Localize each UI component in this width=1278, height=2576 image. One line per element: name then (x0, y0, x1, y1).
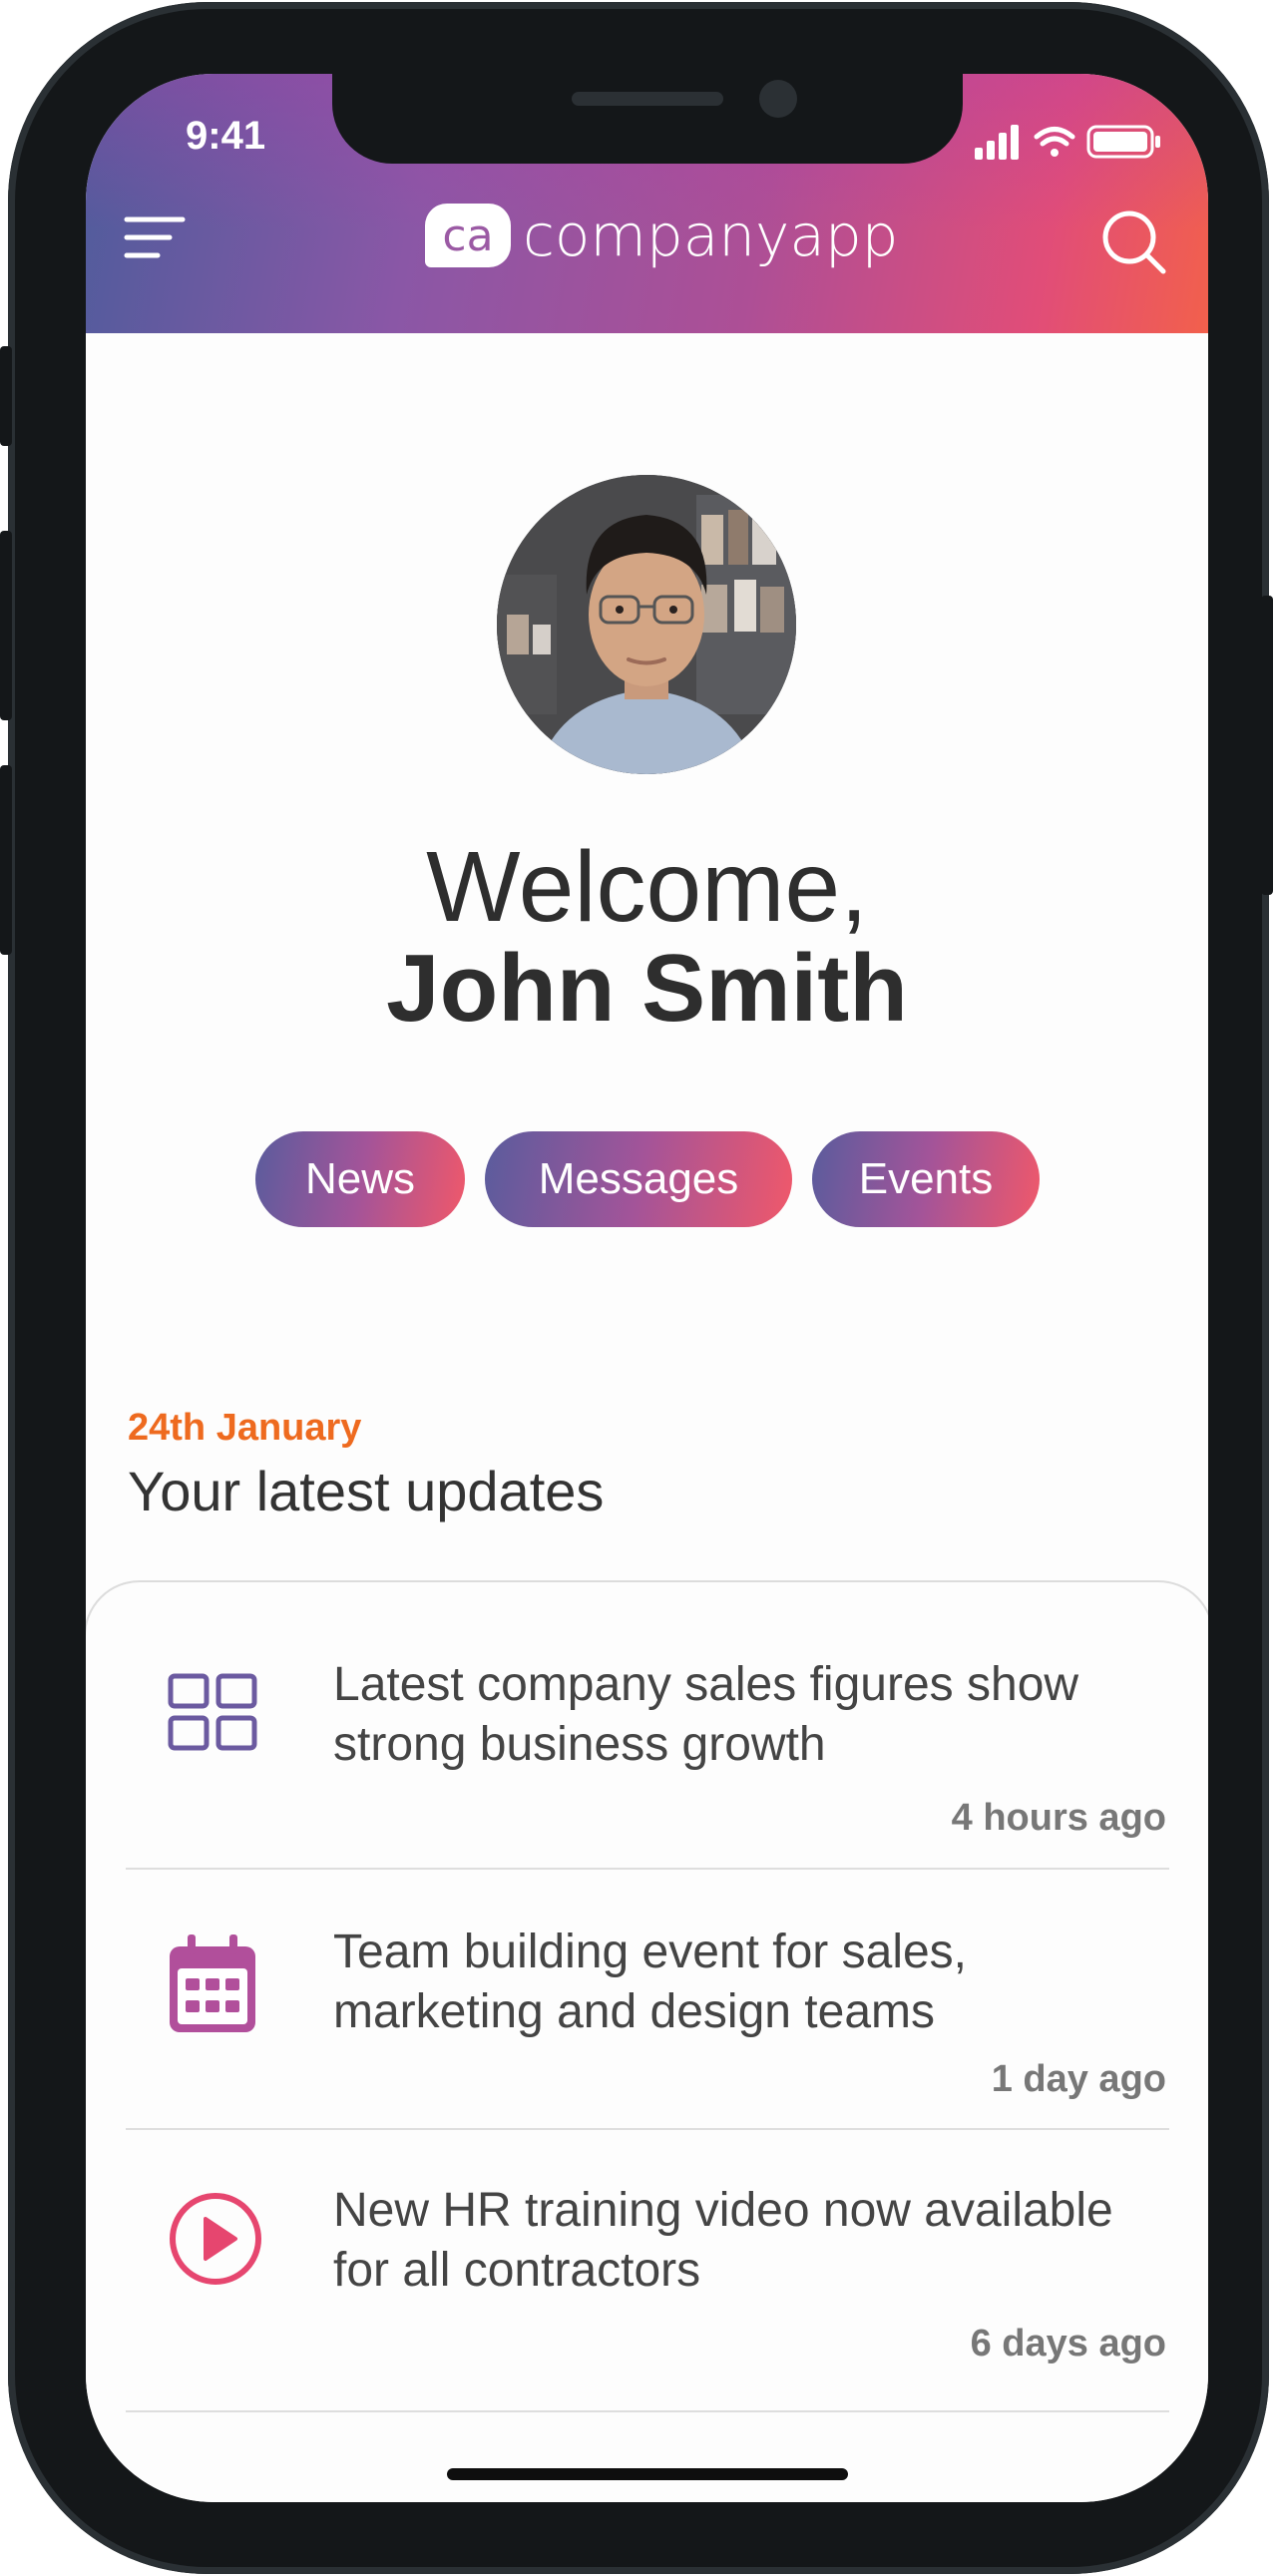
divider (126, 2128, 1169, 2130)
avatar (497, 475, 796, 774)
speaker-grille (572, 92, 723, 106)
updates-date: 24th January (128, 1407, 362, 1449)
home-indicator[interactable] (447, 2468, 848, 2480)
status-icons (975, 124, 1164, 165)
volume-up-button (0, 531, 12, 720)
front-camera (759, 80, 797, 118)
menu-icon[interactable] (124, 215, 186, 264)
grid-icon (168, 1673, 259, 1756)
device-notch (332, 74, 963, 164)
logo-badge: ca (425, 204, 511, 267)
update-time: 6 days ago (970, 2323, 1166, 2364)
wifi-icon (1034, 127, 1075, 157)
news-button[interactable]: News (255, 1131, 465, 1227)
events-button[interactable]: Events (812, 1131, 1040, 1227)
power-button (1261, 596, 1273, 895)
welcome-greeting: Welcome, (426, 831, 868, 943)
calendar-icon (168, 1932, 257, 2039)
search-icon[interactable] (1099, 208, 1169, 282)
logo-text: companyapp (523, 202, 899, 269)
user-name: John Smith (386, 935, 908, 1042)
app-screen: 9:41 ca companyapp Welcome, John Smith N… (86, 74, 1208, 2502)
update-title: New HR training video now available for … (333, 2184, 1113, 2297)
mute-switch (0, 346, 12, 446)
status-time: 9:41 (186, 114, 266, 158)
volume-down-button (0, 765, 12, 955)
update-time: 4 hours ago (951, 1797, 1166, 1839)
section-title: Your latest updates (128, 1460, 605, 1522)
phone-frame: 9:41 ca companyapp Welcome, John Smith N… (0, 2, 1273, 2574)
battery-icon (1086, 125, 1160, 159)
messages-button[interactable]: Messages (485, 1131, 792, 1227)
divider (126, 1868, 1169, 1870)
play-icon (168, 2191, 263, 2292)
company-logo: ca companyapp (425, 202, 899, 269)
update-title: Latest company sales figures show strong… (333, 1658, 1079, 1771)
update-time: 1 day ago (991, 2058, 1166, 2100)
divider (126, 2410, 1169, 2412)
signal-icon (975, 125, 1019, 160)
update-title: Team building event for sales, marketing… (333, 1926, 968, 2038)
